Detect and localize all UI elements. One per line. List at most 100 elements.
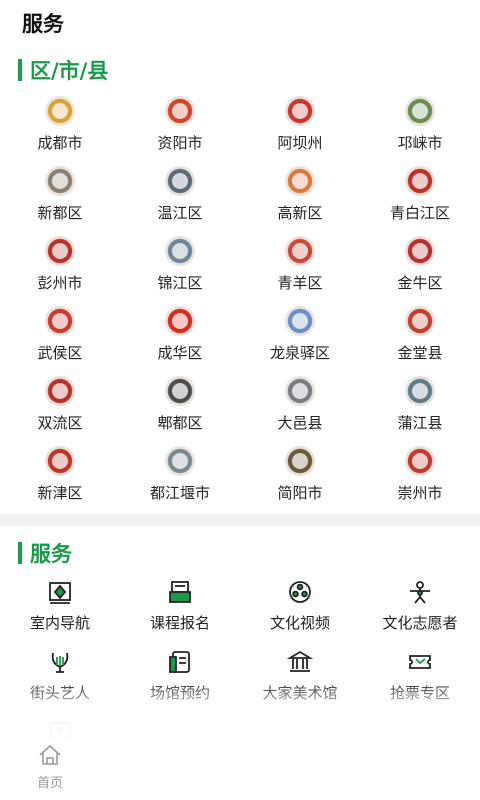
service-label: 课程报名 <box>149 614 210 632</box>
section-bar <box>18 542 22 564</box>
district-logo-icon <box>405 306 435 336</box>
district-logo-icon <box>45 306 75 336</box>
district-label: 青羊区 <box>277 274 323 292</box>
district-logo-icon <box>405 96 435 126</box>
course-signup-icon <box>165 578 195 606</box>
district-label: 锦江区 <box>157 274 203 292</box>
service-label: 文化志愿者 <box>382 614 458 632</box>
district-logo-icon <box>285 96 315 126</box>
district-item[interactable]: 武侯区 <box>0 306 120 376</box>
district-logo-icon <box>45 166 75 196</box>
districts-title-text: 区/市/县 <box>30 59 109 83</box>
district-label: 金牛区 <box>397 274 443 292</box>
district-label: 武侯区 <box>37 344 83 362</box>
district-logo-icon <box>165 446 195 476</box>
district-logo-icon <box>165 166 195 196</box>
district-item[interactable]: 成华区 <box>120 306 240 376</box>
district-item[interactable]: 阿坝州 <box>240 96 360 166</box>
district-logo-icon <box>285 376 315 406</box>
district-logo-icon <box>285 236 315 266</box>
district-item[interactable]: 新津区 <box>0 446 120 516</box>
service-label: 文化视频 <box>269 614 330 632</box>
district-label: 资阳市 <box>157 134 203 152</box>
district-logo-icon <box>285 446 315 476</box>
service-item[interactable]: 文化志愿者 <box>360 578 480 648</box>
ticket-icon <box>405 648 435 676</box>
district-item[interactable]: 青白江区 <box>360 166 480 236</box>
page-title: 服务 <box>22 12 64 36</box>
services-section-title: 服务 <box>18 538 72 568</box>
tab-home-label: 首页 <box>36 776 63 791</box>
district-label: 高新区 <box>277 204 323 222</box>
services-title-text: 服务 <box>30 542 72 566</box>
district-item[interactable]: 青羊区 <box>240 236 360 306</box>
district-item[interactable]: 邛崃市 <box>360 96 480 166</box>
district-label: 崇州市 <box>397 484 443 502</box>
district-grid: 成都市 资阳市 阿坝州 邛崃市新都区 温江区 高新区 青白江区彭州市 锦江区 青羊区 金牛区武侯区… <box>0 96 480 516</box>
district-logo-icon <box>405 376 435 406</box>
district-item[interactable]: 郫都区 <box>120 376 240 446</box>
district-label: 简阳市 <box>277 484 323 502</box>
volunteer-icon <box>405 578 435 606</box>
district-label: 双流区 <box>37 414 83 432</box>
district-logo-icon <box>45 236 75 266</box>
district-logo-icon <box>285 306 315 336</box>
district-item[interactable]: 高新区 <box>240 166 360 236</box>
district-item[interactable]: 成都市 <box>0 96 120 166</box>
district-item[interactable]: 彭州市 <box>0 236 120 306</box>
museum-icon <box>285 648 315 676</box>
district-item[interactable]: 蒲江县 <box>360 376 480 446</box>
district-item[interactable]: 都江堰市 <box>120 446 240 516</box>
lyre-icon <box>45 648 75 676</box>
service-item[interactable]: 课程报名 <box>120 578 240 648</box>
district-logo-icon <box>45 446 75 476</box>
film-reel-icon <box>285 578 315 606</box>
district-item[interactable]: 崇州市 <box>360 446 480 516</box>
district-item[interactable]: 温江区 <box>120 166 240 236</box>
service-item[interactable]: 室内导航 <box>0 578 120 648</box>
district-logo-icon <box>285 166 315 196</box>
district-item[interactable]: 双流区 <box>0 376 120 446</box>
service-label: 室内导航 <box>29 614 90 632</box>
district-item[interactable]: 锦江区 <box>120 236 240 306</box>
bottom-fade <box>0 680 480 742</box>
district-item[interactable]: 简阳市 <box>240 446 360 516</box>
district-logo-icon <box>45 376 75 406</box>
district-logo-icon <box>165 306 195 336</box>
district-label: 青白江区 <box>389 204 450 222</box>
district-label: 温江区 <box>157 204 203 222</box>
tab-home[interactable]: 首页 <box>28 744 72 791</box>
district-logo-icon <box>165 376 195 406</box>
district-item[interactable]: 新都区 <box>0 166 120 236</box>
district-label: 成都市 <box>37 134 83 152</box>
district-item[interactable]: 大邑县 <box>240 376 360 446</box>
district-item[interactable]: 龙泉驿区 <box>240 306 360 376</box>
district-logo-icon <box>165 236 195 266</box>
district-logo-icon <box>405 236 435 266</box>
section-divider <box>0 514 480 526</box>
district-label: 成华区 <box>157 344 203 362</box>
district-label: 蒲江县 <box>397 414 443 432</box>
district-logo-icon <box>405 166 435 196</box>
district-logo-icon <box>165 96 195 126</box>
district-label: 阿坝州 <box>277 134 323 152</box>
district-logo-icon <box>405 446 435 476</box>
district-label: 彭州市 <box>37 274 83 292</box>
district-item[interactable]: 金堂县 <box>360 306 480 376</box>
bottom-tab-bar: 首页 <box>0 742 480 800</box>
district-item[interactable]: 资阳市 <box>120 96 240 166</box>
district-label: 新津区 <box>37 484 83 502</box>
district-label: 新都区 <box>37 204 83 222</box>
map-navigation-icon <box>45 578 75 606</box>
venue-booking-icon <box>165 648 195 676</box>
district-label: 龙泉驿区 <box>269 344 330 362</box>
service-item[interactable]: 文化视频 <box>240 578 360 648</box>
home-icon <box>38 744 62 770</box>
district-logo-icon <box>45 96 75 126</box>
districts-section-title: 区/市/县 <box>18 55 108 85</box>
district-label: 金堂县 <box>397 344 443 362</box>
district-label: 都江堰市 <box>149 484 210 502</box>
district-label: 大邑县 <box>277 414 323 432</box>
district-label: 邛崃市 <box>397 134 443 152</box>
district-item[interactable]: 金牛区 <box>360 236 480 306</box>
